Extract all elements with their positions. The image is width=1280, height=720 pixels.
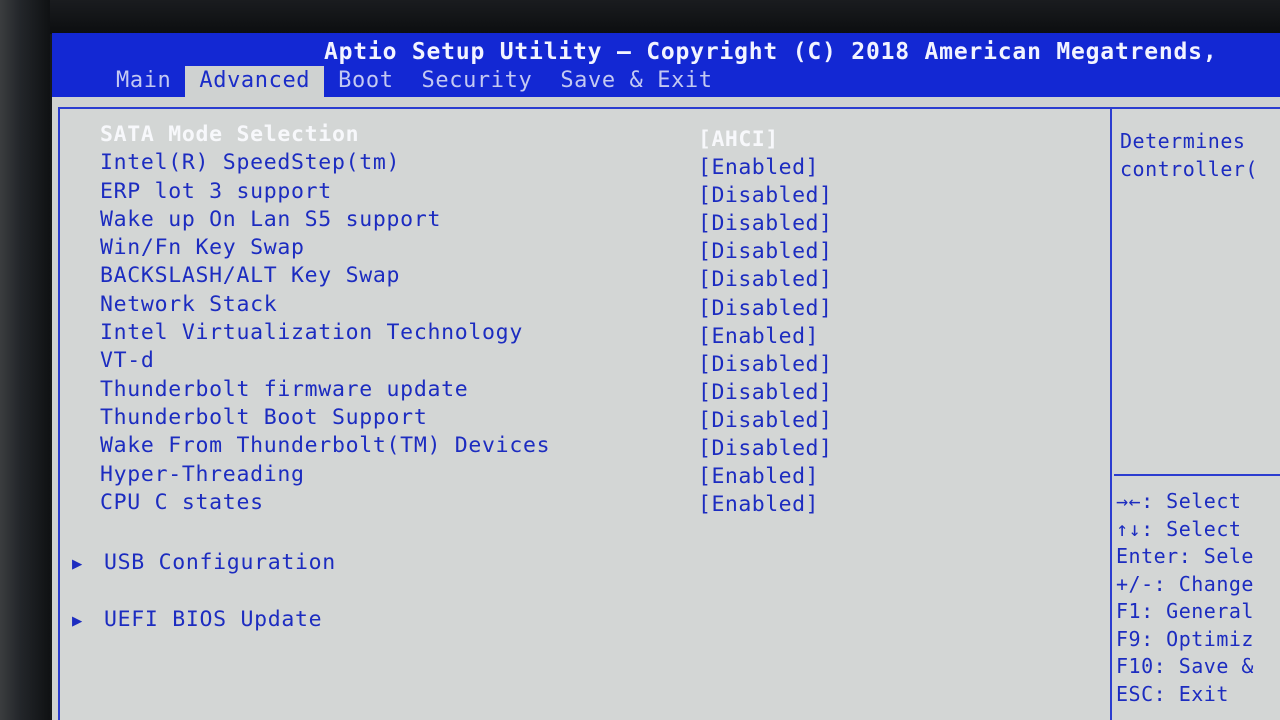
help-description: Determines controller( (1120, 127, 1280, 183)
value-network-stack[interactable]: [Disabled] (698, 295, 898, 323)
help-divider-horizontal (1114, 474, 1280, 476)
value-wake-from-thunderbolt[interactable]: [Disabled] (698, 435, 898, 463)
setting-hyper-threading[interactable]: Hyper-Threading (100, 461, 660, 489)
value-thunderbolt-boot-support[interactable]: [Disabled] (698, 407, 898, 435)
value-intel-virtualization[interactable]: [Enabled] (698, 323, 898, 351)
submenu-usb-configuration[interactable]: ▶ USB Configuration (72, 548, 336, 578)
value-thunderbolt-firmware-update[interactable]: [Disabled] (698, 379, 898, 407)
setting-intel-virtualization[interactable]: Intel Virtualization Technology (100, 319, 660, 347)
monitor-bezel-top (0, 0, 1280, 34)
setting-thunderbolt-boot-support[interactable]: Thunderbolt Boot Support (100, 404, 660, 432)
key-help-enter: Enter: Sele (1116, 544, 1254, 568)
key-help-select-screen: →←: Select (1116, 489, 1242, 513)
value-sata-mode-selection[interactable]: [AHCI] (698, 126, 898, 154)
key-help-change: +/-: Change (1116, 571, 1254, 596)
submenu-uefi-bios-update[interactable]: ▶ UEFI BIOS Update (72, 605, 322, 635)
bios-title: Aptio Setup Utility – Copyright (C) 2018… (324, 39, 1218, 65)
bios-header: Aptio Setup Utility – Copyright (C) 2018… (52, 33, 1280, 97)
submenu-label: USB Configuration (104, 550, 336, 575)
value-erp-lot-3-support[interactable]: [Disabled] (698, 182, 898, 210)
help-line: controller( (1120, 157, 1258, 181)
setting-thunderbolt-firmware-update[interactable]: Thunderbolt firmware update (100, 376, 660, 404)
key-help-f9: F9: Optimiz (1116, 626, 1254, 651)
help-line: Determines (1120, 129, 1246, 153)
value-vt-d[interactable]: [Disabled] (698, 351, 898, 379)
tab-main[interactable]: Main (102, 66, 185, 97)
value-win-fn-key-swap[interactable]: [Disabled] (698, 238, 898, 266)
setting-win-fn-key-swap[interactable]: Win/Fn Key Swap (100, 234, 660, 262)
key-help-f10: F10: Save & (1116, 654, 1254, 678)
tab-bar: Main Advanced Boot Security Save & Exit (102, 66, 727, 97)
setting-sata-mode-selection[interactable]: SATA Mode Selection (100, 121, 660, 149)
value-hyper-threading[interactable]: [Enabled] (698, 463, 898, 491)
tab-save-exit[interactable]: Save & Exit (546, 66, 726, 97)
setting-intel-speedstep[interactable]: Intel(R) SpeedStep(tm) (100, 149, 660, 177)
tab-boot[interactable]: Boot (324, 66, 407, 97)
key-help-list: →←: Select ↑↓: Select Enter: Sele +/-: C… (1116, 488, 1280, 708)
setting-vt-d[interactable]: VT-d (100, 347, 660, 375)
panel-divider-vertical (1110, 107, 1112, 720)
setting-wake-from-thunderbolt[interactable]: Wake From Thunderbolt(TM) Devices (100, 432, 660, 460)
setting-wake-on-lan-s5[interactable]: Wake up On Lan S5 support (100, 206, 660, 234)
submenu-label: UEFI BIOS Update (104, 607, 323, 632)
setting-backslash-alt-key-swap[interactable]: BACKSLASH/ALT Key Swap (100, 262, 660, 290)
key-help-f1: F1: General (1116, 599, 1254, 623)
value-backslash-alt-key-swap[interactable]: [Disabled] (698, 266, 898, 294)
key-help-select-item: ↑↓: Select (1116, 516, 1242, 541)
bios-screen: Aptio Setup Utility – Copyright (C) 2018… (52, 33, 1280, 720)
setting-erp-lot-3-support[interactable]: ERP lot 3 support (100, 178, 660, 206)
value-intel-speedstep[interactable]: [Enabled] (698, 154, 898, 182)
monitor-bezel-left (0, 0, 50, 720)
setting-cpu-c-states[interactable]: CPU C states (100, 489, 660, 517)
value-wake-on-lan-s5[interactable]: [Disabled] (698, 210, 898, 238)
value-cpu-c-states[interactable]: [Enabled] (698, 491, 898, 519)
settings-list: SATA Mode Selection Intel(R) SpeedStep(t… (100, 121, 660, 517)
tab-advanced[interactable]: Advanced (185, 66, 325, 97)
setting-network-stack[interactable]: Network Stack (100, 291, 660, 319)
triangle-right-icon: ▶ (72, 554, 83, 574)
settings-values: [AHCI] [Enabled] [Disabled] [Disabled] [… (698, 126, 898, 519)
tab-security[interactable]: Security (408, 66, 547, 97)
triangle-right-icon: ▶ (72, 611, 83, 631)
key-help-esc: ESC: Exit (1116, 681, 1229, 706)
